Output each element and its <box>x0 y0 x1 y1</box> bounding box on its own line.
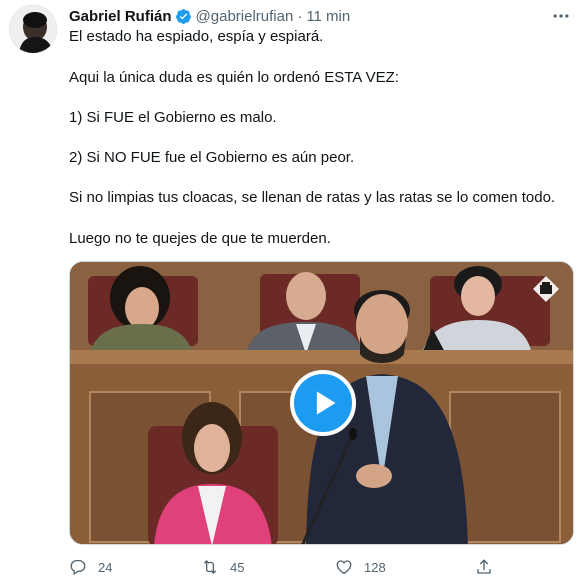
tweet-paragraph: 2) Si NO FUE fue el Gobierno es aún peor… <box>69 149 355 166</box>
play-button[interactable] <box>290 370 356 436</box>
like-button[interactable]: 128 <box>335 557 386 577</box>
reply-button[interactable]: 24 <box>69 557 112 577</box>
share-button[interactable] <box>475 557 493 577</box>
play-icon <box>316 391 336 415</box>
tweet-header: Gabriel Rufián @gabrielrufian · 11 min <box>69 6 350 26</box>
tweet-timestamp[interactable]: 11 min <box>306 8 350 25</box>
action-bar: 24 45 128 <box>69 557 574 577</box>
avatar[interactable] <box>9 5 57 53</box>
video-player[interactable] <box>69 261 574 545</box>
more-options-icon[interactable] <box>549 6 573 26</box>
tweet-paragraph: Aqui la única duda es quién lo ordenó ES… <box>69 69 399 86</box>
separator-dot: · <box>297 7 303 25</box>
avatar-image <box>9 5 57 53</box>
author-handle[interactable]: @gabrielrufian <box>196 8 294 25</box>
author-name[interactable]: Gabriel Rufián <box>69 8 172 25</box>
tweet-paragraph: Luego no te quejes de que te muerden. <box>69 230 331 247</box>
verified-badge-icon <box>175 8 192 25</box>
congress-logo-icon <box>531 274 561 304</box>
tweet[interactable]: Gabriel Rufián @gabrielrufian · 11 min E… <box>0 0 585 586</box>
reply-count: 24 <box>98 559 113 575</box>
retweet-icon <box>203 560 217 574</box>
reply-icon <box>70 559 86 576</box>
heart-icon <box>336 560 352 575</box>
tweet-paragraph: El estado ha espiado, espía y espiará. <box>69 28 324 45</box>
like-count: 128 <box>364 559 386 575</box>
retweet-count: 45 <box>230 559 245 575</box>
tweet-paragraph: Si no limpias tus cloacas, se llenan de … <box>69 189 556 206</box>
tweet-paragraph: 1) Si FUE el Gobierno es malo. <box>69 109 277 126</box>
retweet-button[interactable]: 45 <box>201 557 244 577</box>
share-icon <box>477 559 491 574</box>
